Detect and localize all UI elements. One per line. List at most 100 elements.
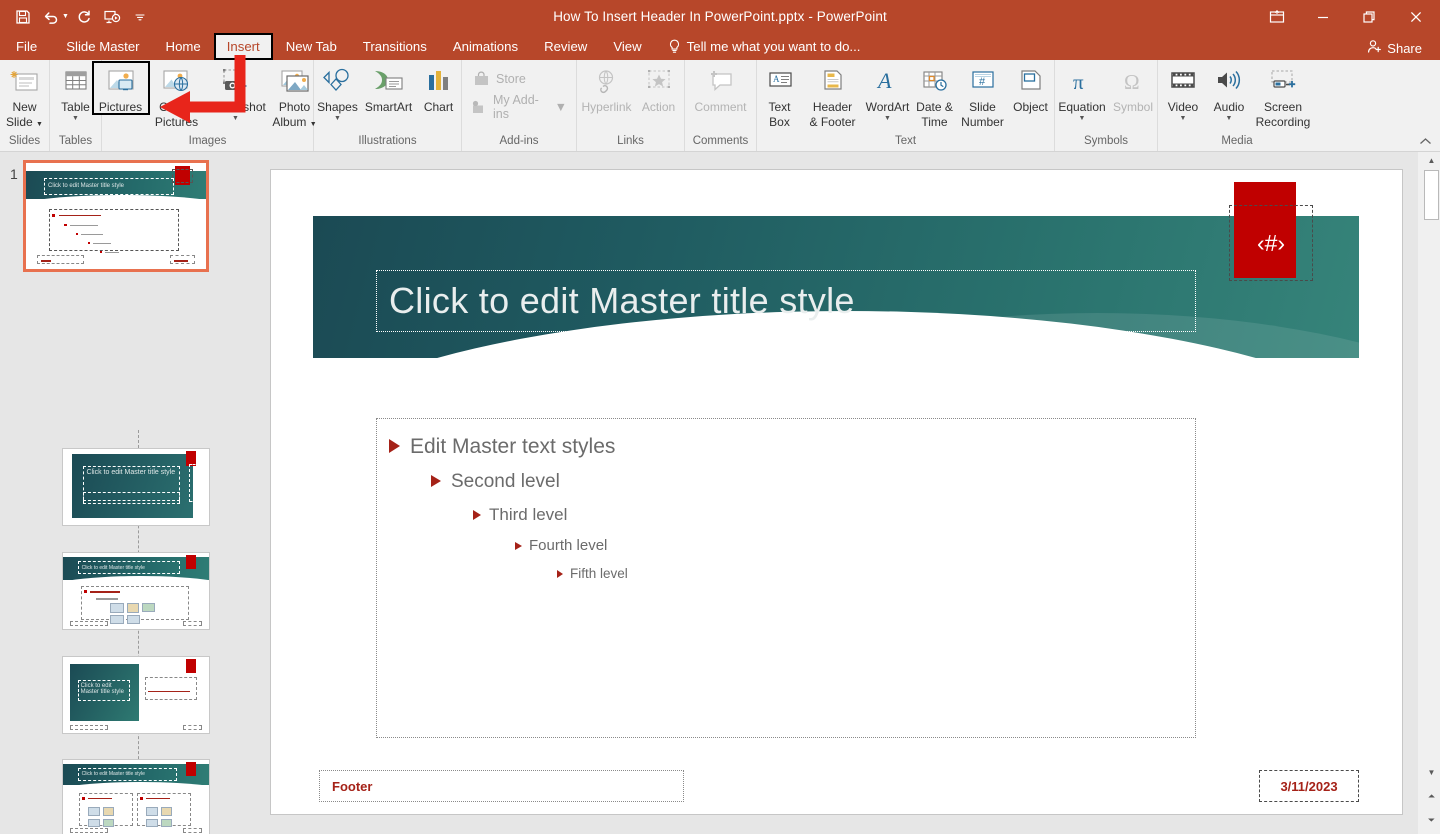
tab-home[interactable]: Home <box>153 33 214 60</box>
share-button[interactable]: Share <box>1361 37 1428 59</box>
close-icon[interactable] <box>1392 0 1440 33</box>
screen-recording-button[interactable]: Screen Recording <box>1252 62 1314 128</box>
thumbnail-footer-placeholder <box>36 255 84 264</box>
store-button[interactable]: Store <box>467 68 571 90</box>
thumbnail-title-placeholder: Click to edit Master title style <box>77 768 177 781</box>
customize-qat-icon[interactable] <box>127 5 153 29</box>
redo-icon[interactable] <box>71 5 97 29</box>
minimize-icon[interactable] <box>1300 0 1346 33</box>
thumbnail-layout-title-content[interactable]: Click to edit Master title style <box>62 552 210 630</box>
new-slide-button[interactable]: New Slide ▼ <box>1 62 49 131</box>
tab-file[interactable]: File <box>0 33 53 60</box>
comment-button[interactable]: Comment <box>689 62 753 114</box>
title-bar: ▼ How To Insert Header In PowerPoint.ppt… <box>0 0 1440 33</box>
slide-number-button[interactable]: # Slide Number <box>958 62 1008 128</box>
hyperlink-button[interactable]: Hyperlink <box>579 62 635 114</box>
shapes-button[interactable]: Shapes ▼ <box>315 62 361 122</box>
slide-number-placeholder[interactable]: ‹#› <box>1229 205 1313 281</box>
title-placeholder[interactable]: Click to edit Master title style <box>376 270 1196 332</box>
lightbulb-icon <box>668 39 681 54</box>
my-addins-dropdown-icon[interactable]: ▼ <box>555 100 567 114</box>
audio-label: Audio <box>1213 100 1245 114</box>
object-icon <box>1016 65 1046 99</box>
smartart-button[interactable]: SmartArt <box>361 62 417 114</box>
collapse-ribbon-icon[interactable] <box>1419 137 1432 149</box>
online-pictures-button[interactable]: Online Pictures <box>149 62 205 128</box>
date-time-button[interactable]: Date & Time <box>912 62 958 128</box>
screenshot-button[interactable]: Screenshot ▼ <box>205 62 267 122</box>
chart-icon <box>424 65 454 99</box>
thumbnail-layout-two-content[interactable]: Click to edit Master title style <box>62 759 210 834</box>
photo-album-icon <box>279 65 311 99</box>
start-presentation-icon[interactable] <box>99 5 125 29</box>
thumbnail-layout-section-header[interactable]: Click to edit Master title style <box>62 656 210 734</box>
equation-button[interactable]: π Equation ▼ <box>1055 62 1109 122</box>
wordart-dropdown-icon[interactable]: ▼ <box>884 115 891 122</box>
svg-text:π: π <box>1073 70 1084 94</box>
tab-slide-master[interactable]: Slide Master <box>53 33 152 60</box>
thumbnail-footer-placeholder <box>70 620 109 626</box>
ribbon-display-options-icon[interactable] <box>1254 0 1300 33</box>
bullet-level-1-text: Edit Master text styles <box>410 435 616 458</box>
next-slide-icon[interactable]: ⏷ <box>1423 812 1440 829</box>
footer-placeholder[interactable]: Footer <box>319 770 684 802</box>
symbol-button[interactable]: Ω Symbol <box>1109 62 1157 114</box>
tab-animations[interactable]: Animations <box>440 33 531 60</box>
action-button[interactable]: Action <box>635 62 683 114</box>
previous-slide-icon[interactable]: ⏶ <box>1423 788 1440 805</box>
slide-thumbnail-pane[interactable]: 1 Click to edit Master title style Click… <box>0 152 222 834</box>
tell-me-search[interactable]: Tell me what you want to do... <box>655 33 860 60</box>
bullet-level-4-text: Fourth level <box>529 537 608 554</box>
thumbnail-slide-number-tab <box>185 554 196 569</box>
thumbnail-date-placeholder <box>182 827 202 833</box>
text-box-label-2: Box <box>769 114 790 129</box>
thumbnail-preview: Click to edit Master title style <box>63 657 209 733</box>
thumbnail-preview: Click to edit Master title style <box>26 163 206 269</box>
slide-scroll-down-icon[interactable]: ▼ <box>1423 764 1440 781</box>
save-icon[interactable] <box>10 5 36 29</box>
screenshot-dropdown-icon[interactable]: ▼ <box>232 115 239 122</box>
thumbnail-layout-title-slide[interactable]: Click to edit Master title style <box>62 448 210 526</box>
slide-scrollbar[interactable]: ▲ ▼ ⏶ ⏷ <box>1423 152 1440 834</box>
object-label: Object <box>1013 100 1048 114</box>
bullet-level-4: Fourth level <box>377 537 1195 554</box>
shapes-dropdown-icon[interactable]: ▼ <box>334 115 341 122</box>
restore-icon[interactable] <box>1346 0 1392 33</box>
video-button[interactable]: Video ▼ <box>1160 62 1206 122</box>
body-placeholder[interactable]: Edit Master text styles Second level Thi… <box>376 418 1196 738</box>
equation-dropdown-icon[interactable]: ▼ <box>1079 115 1086 122</box>
chart-button[interactable]: Chart <box>417 62 461 114</box>
tab-transitions[interactable]: Transitions <box>350 33 440 60</box>
audio-dropdown-icon[interactable]: ▼ <box>1226 115 1233 122</box>
table-dropdown-icon[interactable]: ▼ <box>72 115 79 122</box>
header-footer-button[interactable]: Header & Footer <box>802 62 864 128</box>
ribbon-group-images: Pictures Online Pictures Screenshot ▼ Ph… <box>91 60 317 151</box>
tab-insert[interactable]: Insert <box>213 33 273 60</box>
audio-button[interactable]: Audio ▼ <box>1206 62 1252 122</box>
shapes-label: Shapes <box>317 100 358 114</box>
slide-scrollbar-thumb[interactable] <box>1424 170 1439 220</box>
pictures-button[interactable]: Pictures <box>91 61 150 115</box>
undo-dropdown-icon[interactable]: ▼ <box>62 13 69 20</box>
text-box-button[interactable]: A Text Box <box>758 62 802 128</box>
triangle-bullet-icon <box>515 542 522 550</box>
date-placeholder[interactable]: 3/11/2023 <box>1259 770 1359 802</box>
video-dropdown-icon[interactable]: ▼ <box>1180 115 1187 122</box>
wordart-icon: A <box>873 65 903 99</box>
undo-icon[interactable] <box>38 5 64 29</box>
slide-scroll-up-icon[interactable]: ▲ <box>1423 152 1440 169</box>
tab-review[interactable]: Review <box>531 33 600 60</box>
object-button[interactable]: Object <box>1008 62 1054 114</box>
slide-editing-area[interactable]: ‹#› Click to edit Master title style Edi… <box>222 152 1418 834</box>
screen-recording-label-2: Recording <box>1255 114 1311 129</box>
thumbnail-slide-master[interactable]: Click to edit Master title style <box>23 160 209 272</box>
quick-access-toolbar: ▼ <box>0 5 153 29</box>
slide-master-canvas[interactable]: ‹#› Click to edit Master title style Edi… <box>270 169 1403 815</box>
bullet-level-3: Third level <box>377 505 1195 525</box>
tab-view[interactable]: View <box>600 33 654 60</box>
wordart-button[interactable]: A WordArt ▼ <box>864 62 912 122</box>
tab-new-tab[interactable]: New Tab <box>273 33 350 60</box>
my-addins-button[interactable]: My Add-ins ▼ <box>467 90 571 124</box>
slide-scrollbar-track[interactable] <box>1423 152 1440 834</box>
ribbon-group-addins: Store My Add-ins ▼ Add-ins <box>462 60 577 151</box>
